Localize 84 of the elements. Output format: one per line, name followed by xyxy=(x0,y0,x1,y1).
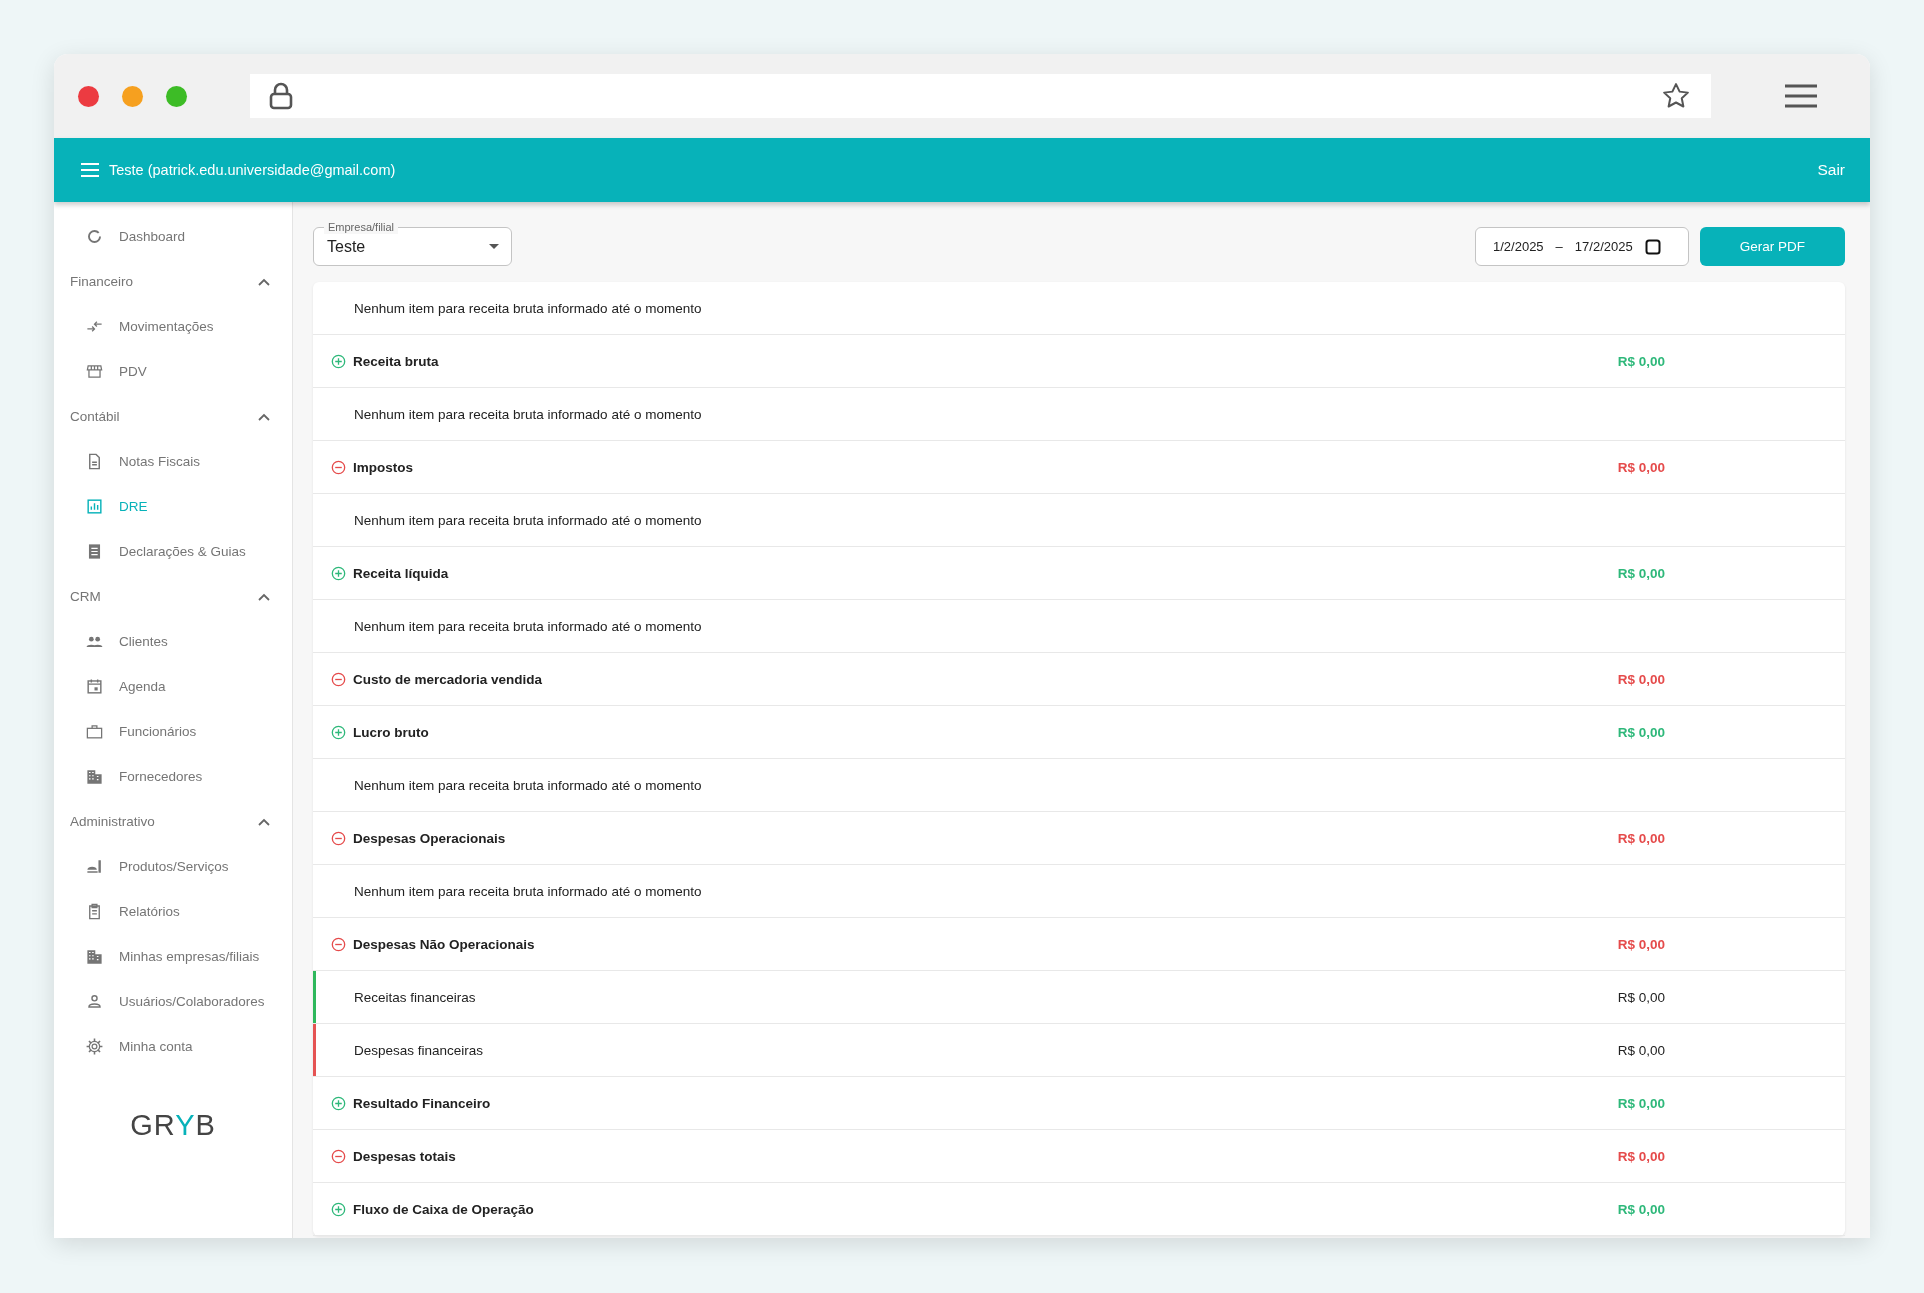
sidebar-group[interactable]: CRM xyxy=(54,574,292,619)
sidebar-item[interactable]: Clientes xyxy=(54,619,292,664)
minimize-window-button[interactable] xyxy=(122,85,143,107)
chevron-icon xyxy=(258,412,270,421)
amount: R$ 0,00 xyxy=(1617,459,1665,475)
sidebar-item[interactable]: Agenda xyxy=(54,664,292,709)
row-label: Fluxo de Caixa de Operação xyxy=(353,1201,535,1217)
dropdown-caret-icon xyxy=(489,244,499,249)
date-range-field[interactable]: 1/2/2025 – 17/2/2025 xyxy=(1475,227,1689,266)
sidebar-item[interactable]: Usuários/Colaboradores xyxy=(54,979,292,1024)
row-label: Custo de mercadoria vendida xyxy=(353,671,544,687)
amount: R$ 0,00 xyxy=(1617,671,1665,687)
plus-circle-icon[interactable] xyxy=(331,1095,346,1111)
plus-circle-icon[interactable] xyxy=(331,565,346,581)
service-icon xyxy=(85,857,104,876)
row-label: Despesas totais xyxy=(353,1148,457,1164)
sidebar-group[interactable]: Financeiro xyxy=(54,259,292,304)
amount: R$ 0,00 xyxy=(1617,830,1665,846)
row-label: Impostos xyxy=(353,459,414,475)
loading-circle-icon xyxy=(85,227,104,246)
minus-circle-icon[interactable] xyxy=(331,671,346,687)
sidebar-item[interactable]: Movimentações xyxy=(54,304,292,349)
plus-circle-icon[interactable] xyxy=(331,1201,346,1217)
storefront-icon xyxy=(85,362,104,381)
user-icon xyxy=(85,992,104,1011)
sidebar-item[interactable]: DRE xyxy=(54,484,292,529)
building-icon xyxy=(85,947,104,966)
sidebar-item[interactable]: Relatórios xyxy=(54,889,292,934)
amount: R$ 0,00 xyxy=(1617,1201,1665,1217)
building-icon xyxy=(85,767,104,786)
briefcase-icon xyxy=(85,722,104,741)
sidebar-item[interactable]: Dashboard xyxy=(54,214,292,259)
sidebar-item[interactable]: Minhas empresas/filiais xyxy=(54,934,292,979)
sidebar-item[interactable]: Minha conta xyxy=(54,1024,292,1069)
lock-icon xyxy=(268,82,294,110)
sidebar-item[interactable]: Fornecedores xyxy=(54,754,292,799)
sidebar-item[interactable]: Notas Fiscais xyxy=(54,439,292,484)
row-label: Despesas Operacionais xyxy=(353,830,507,846)
empty-message: Nenhum item para receita bruta informado até o momento xyxy=(354,883,703,899)
minus-circle-icon[interactable] xyxy=(331,830,346,846)
plus-circle-icon[interactable] xyxy=(331,353,346,369)
empty-message: Nenhum item para receita bruta informado até o momento xyxy=(354,406,703,422)
amount: R$ 0,00 xyxy=(1617,936,1665,952)
minus-circle-icon[interactable] xyxy=(331,1148,346,1164)
row-label: Receita bruta xyxy=(353,353,440,369)
minus-circle-icon[interactable] xyxy=(331,936,346,952)
user-label: Teste (patrick.edu.universidade@gmail.com) xyxy=(109,162,397,178)
empty-message: Nenhum item para receita bruta informado até o momento xyxy=(354,777,703,793)
amount: R$ 0,00 xyxy=(1617,1095,1665,1111)
row-label: Receitas financeiras xyxy=(354,989,477,1005)
sidebar-group[interactable]: Administrativo xyxy=(54,799,292,844)
row-label: Despesas financeiras xyxy=(354,1042,485,1058)
minus-circle-icon[interactable] xyxy=(331,459,346,475)
sidebar-item[interactable]: Produtos/Serviços xyxy=(54,844,292,889)
amount: R$ 0,00 xyxy=(1617,565,1665,581)
empty-message: Nenhum item para receita bruta informado até o momento xyxy=(354,512,703,528)
bar-chart-icon xyxy=(85,497,104,516)
row-label: Despesas Não Operacionais xyxy=(353,936,536,952)
star-icon[interactable] xyxy=(1661,81,1691,111)
row-label: Lucro bruto xyxy=(353,724,430,740)
row-label: Receita líquida xyxy=(353,565,450,581)
sidebar-item[interactable]: Funcionários xyxy=(54,709,292,754)
menu-icon[interactable] xyxy=(1784,83,1818,109)
empty-message: Nenhum item para receita bruta informado até o momento xyxy=(354,618,703,634)
chevron-icon xyxy=(258,817,270,826)
empty-message: Nenhum item para receita bruta informado até o momento xyxy=(354,300,703,316)
sidebar-group[interactable]: Contábil xyxy=(54,394,292,439)
generate-pdf-button[interactable]: Gerar PDF xyxy=(1700,227,1845,266)
close-window-button[interactable] xyxy=(78,85,99,107)
amount: R$ 0,00 xyxy=(1617,353,1665,369)
maximize-window-button[interactable] xyxy=(166,85,187,107)
chevron-icon xyxy=(258,277,270,286)
amount: R$ 0,00 xyxy=(1617,724,1665,740)
amount: R$ 0,00 xyxy=(1617,1148,1665,1164)
row-label: Resultado Financeiro xyxy=(353,1095,492,1111)
sidebar-item[interactable]: PDV xyxy=(54,349,292,394)
settings-icon xyxy=(85,1037,104,1056)
sidebar-item[interactable]: Declarações & Guias xyxy=(54,529,292,574)
amount: R$ 0,00 xyxy=(1617,1042,1665,1058)
plus-circle-icon[interactable] xyxy=(331,724,346,740)
chevron-icon xyxy=(258,592,270,601)
logo: GRYB xyxy=(130,1109,216,1142)
amount: R$ 0,00 xyxy=(1617,989,1665,1005)
logout-link[interactable]: Sair xyxy=(1817,161,1845,179)
